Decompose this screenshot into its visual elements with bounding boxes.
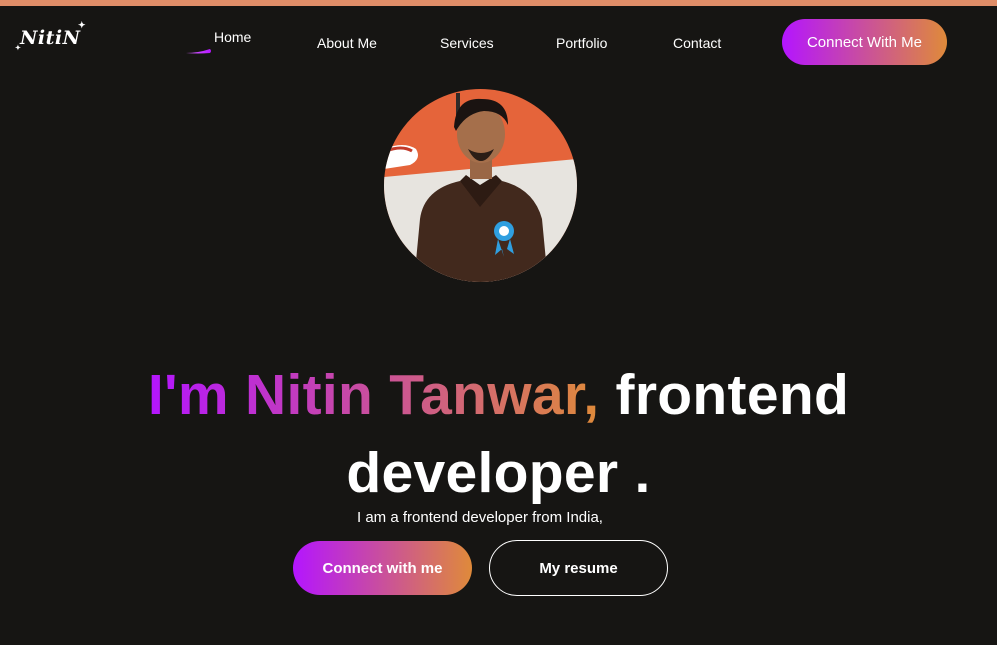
sparkle-icon: ✦ <box>15 43 22 52</box>
connect-with-me-nav-button[interactable]: Connect With Me <box>782 19 947 65</box>
logo[interactable]: NitiN ✦ ✦ <box>15 21 86 52</box>
nav-item-services[interactable]: Services <box>440 35 494 51</box>
nav-item-about-me[interactable]: About Me <box>317 35 377 51</box>
profile-avatar <box>384 89 577 282</box>
logo-text: NitiN <box>20 27 81 49</box>
my-resume-button[interactable]: My resume <box>489 540 668 596</box>
active-underline <box>186 49 211 54</box>
nav-item-home[interactable]: Home <box>214 29 251 45</box>
sparkle-icon: ✦ <box>78 21 87 31</box>
connect-with-me-button[interactable]: Connect with me <box>293 541 472 595</box>
hero-headline: I'm Nitin Tanwar, frontend developer . <box>0 356 997 512</box>
nav-item-contact[interactable]: Contact <box>673 35 721 51</box>
hero-name: I'm Nitin Tanwar, <box>147 363 600 428</box>
hero-subtitle: I am a frontend developer from India, <box>357 509 603 526</box>
hero-role-line-1: frontend <box>615 363 850 428</box>
profile-photo <box>384 89 577 282</box>
navbar: NitiN ✦ ✦ Home About Me Services Portfol… <box>0 6 997 78</box>
hero-role-line-2: developer . <box>346 441 651 506</box>
nav-item-portfolio[interactable]: Portfolio <box>556 35 607 51</box>
